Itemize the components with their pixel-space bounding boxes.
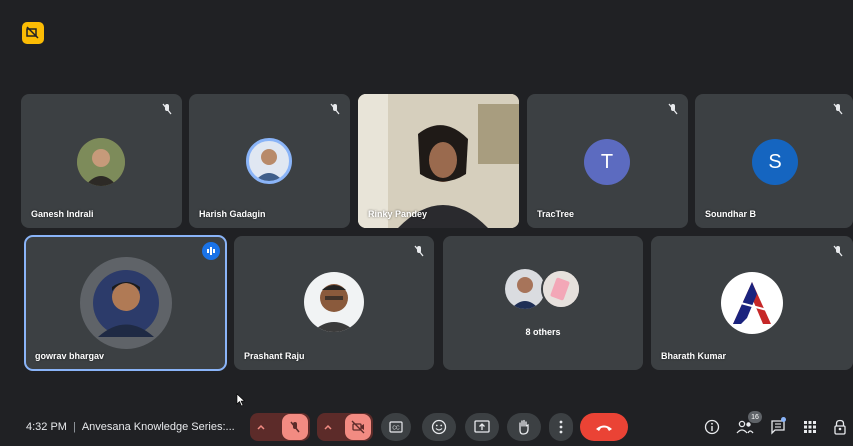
avatar [721,272,783,334]
call-end-icon [596,425,612,431]
mic-off-icon [833,103,843,115]
avatar [505,269,545,309]
avatar [246,138,292,184]
present-screen-button[interactable] [465,413,499,441]
avatar [80,257,172,349]
chevron-up-icon[interactable] [323,422,333,432]
control-bar: 4:32 PM | Anvesana Knowledge Series:... CC… [0,406,853,446]
info-icon [704,419,720,435]
hand-icon [519,419,529,435]
activities-button[interactable] [800,417,820,437]
mic-off-icon [833,245,843,257]
video-feed [358,94,519,228]
participant-tile-tractree[interactable]: T TracTree [527,94,688,228]
meeting-title: Anvesana Knowledge Series:... [81,421,235,433]
participant-count-badge: 16 [748,411,762,423]
camera-off-icon [351,420,365,434]
host-controls-button[interactable] [830,417,850,437]
participant-name: Prashant Raju [244,351,305,361]
mic-off-icon [414,245,424,257]
mic-off-icon [162,103,172,115]
mic-off-icon [330,103,340,115]
separator: | [72,421,76,433]
speaking-indicator-icon [202,242,220,260]
captions-button[interactable]: CC [381,413,411,441]
leave-call-button[interactable] [580,413,628,441]
participant-name: Bharath Kumar [661,351,727,361]
present-icon [474,420,490,433]
camera-control[interactable] [317,413,373,441]
participant-tile-bharath[interactable]: Bharath Kumar [651,236,853,370]
svg-text:CC: CC [392,426,400,432]
camera-toggle-button[interactable] [345,414,371,440]
mic-off-icon [668,103,678,115]
participant-tile-others[interactable]: 8 others [443,236,643,370]
mic-control[interactable] [250,413,310,441]
chevron-up-icon[interactable] [256,422,266,432]
screen-share-off-icon [26,26,39,39]
host-controls-badge[interactable] [22,22,44,44]
emoji-icon [431,419,447,435]
more-options-button[interactable] [549,413,573,441]
participant-name: Harish Gadagin [199,209,266,219]
reactions-button[interactable] [422,413,456,441]
avatar: T [584,139,630,185]
chat-unread-dot [781,417,786,422]
participant-name: Rinky Pandey [368,209,428,219]
closed-captions-icon: CC [389,421,403,433]
participant-tile-gowrav[interactable]: gowrav bhargav [24,235,227,371]
avatar [304,272,364,332]
clock-time: 4:32 PM [26,421,67,433]
participant-tile-harish[interactable]: Harish Gadagin [189,94,350,228]
participant-name: Ganesh Indrali [31,209,94,219]
avatar [77,138,125,186]
meeting-info: 4:32 PM | Anvesana Knowledge Series:... [26,421,235,433]
participant-name: TracTree [537,209,575,219]
more-vert-icon [559,420,563,434]
avatar: S [752,139,798,185]
participant-tile-soundhar[interactable]: S Soundhar B [695,94,853,228]
others-count-label: 8 others [525,327,561,337]
participant-tile-ganesh[interactable]: Ganesh Indrali [21,94,182,228]
avatar [541,269,581,309]
participant-tile-rinky[interactable]: Rinky Pandey [358,94,519,228]
participant-tile-prashant[interactable]: Prashant Raju [234,236,434,370]
meeting-details-button[interactable] [702,417,722,437]
apps-grid-icon [804,421,816,433]
participant-name: Soundhar B [705,209,756,219]
participant-name: gowrav bhargav [35,351,105,361]
mouse-cursor-icon [236,393,246,407]
mic-off-icon [290,421,300,433]
lock-person-icon [834,419,846,435]
raise-hand-button[interactable] [507,413,541,441]
mic-toggle-button[interactable] [282,414,308,440]
